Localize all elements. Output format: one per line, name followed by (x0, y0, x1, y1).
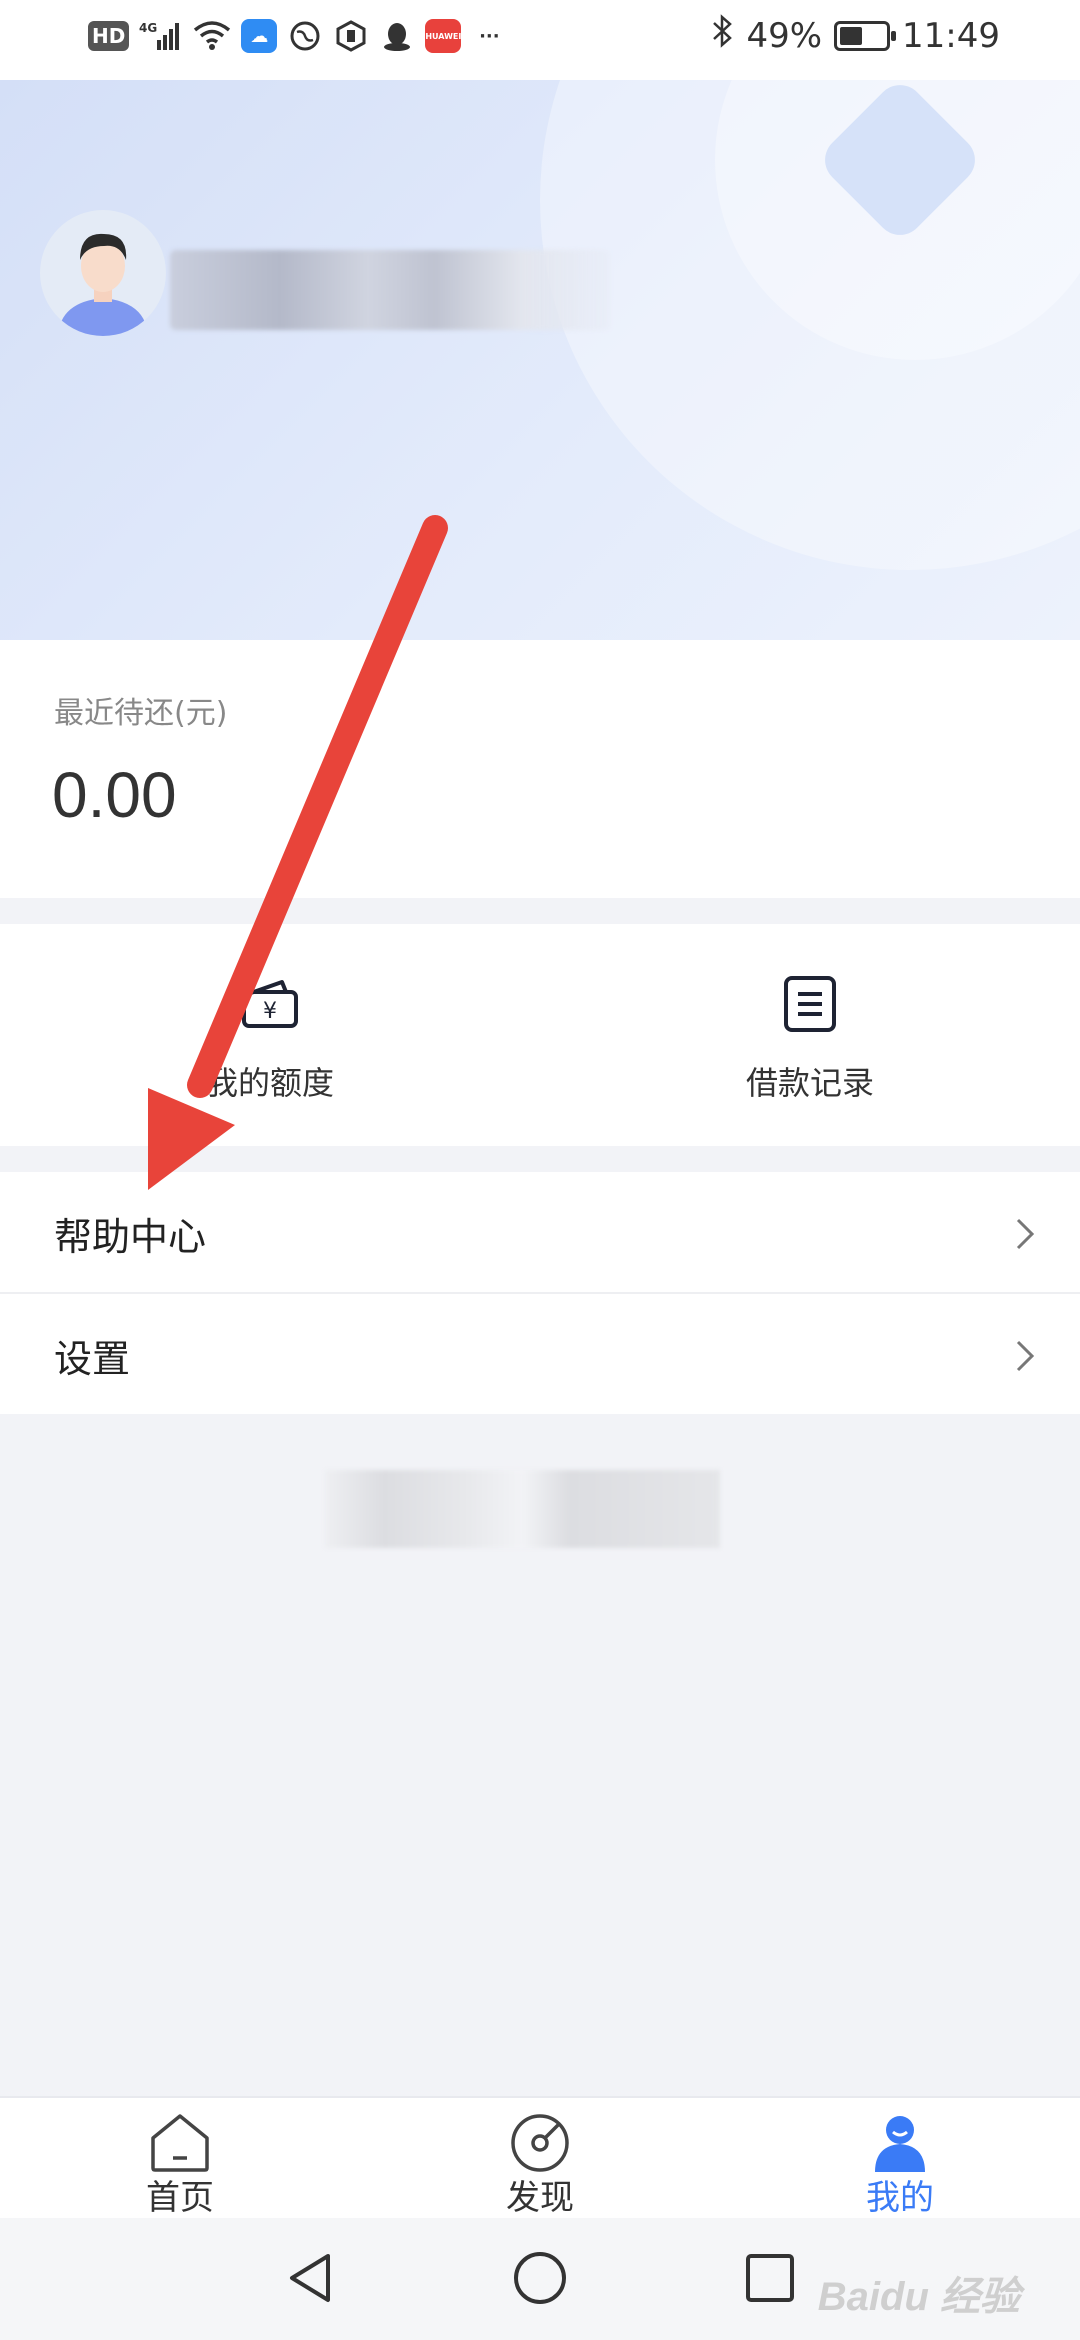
avatar[interactable] (40, 210, 166, 336)
home-icon (151, 2114, 209, 2172)
tab-label: 首页 (146, 2178, 214, 2218)
menu-item-settings[interactable]: 设置 (0, 1294, 1080, 1414)
shield-hand-icon (333, 18, 369, 54)
tab-label: 发现 (506, 2178, 574, 2218)
battery-percent: 49% (746, 15, 823, 56)
discover-icon (511, 2114, 569, 2172)
avatar-person-icon (40, 210, 166, 336)
menu-item-label: 设置 (54, 1337, 131, 1381)
battery-icon (834, 20, 897, 51)
svg-text:4G: 4G (139, 21, 157, 35)
shortcut-credit-limit[interactable]: ¥ 我的额度 (0, 924, 540, 1146)
tab-label: 我的 (866, 2178, 934, 2218)
watermark: Baidu 经验 (817, 2275, 1020, 2319)
repay-card: 最近待还(元) 0.00 (0, 640, 1080, 898)
huawei-app-icon: HUAWEI (425, 19, 461, 53)
user-icon (875, 2116, 925, 2172)
repay-amount: 0.00 (52, 759, 177, 831)
settings-menu: 帮助中心 设置 (0, 1172, 1080, 1414)
redacted-footer-text (325, 1470, 720, 1548)
wifi-icon (193, 18, 231, 54)
bluetooth-icon (710, 14, 734, 57)
bottom-tab-bar: 首页 发现 我的 (0, 2096, 1080, 2218)
status-bar: HD 4G ☁ HUAWEI ··· 49% 11:49 (0, 0, 1080, 80)
svg-text:¥: ¥ (263, 999, 277, 1024)
tab-discover[interactable]: 发现 (360, 2098, 720, 2220)
chevron-right-icon (1016, 1340, 1035, 1372)
globe-icon (287, 18, 323, 54)
signal-4g-icon: 4G (139, 18, 183, 54)
tab-mine[interactable]: 我的 (720, 2098, 1080, 2220)
qq-icon (379, 18, 415, 54)
battery-level (840, 26, 862, 45)
status-icons-left: HD 4G ☁ HUAWEI ··· (88, 18, 507, 54)
more-notifications-icon: ··· (479, 25, 500, 47)
shortcut-label: 借款记录 (745, 1064, 874, 1102)
recent-apps-icon[interactable] (740, 2248, 800, 2308)
shortcut-label: 我的额度 (205, 1064, 334, 1102)
cloud-app-icon: ☁ (241, 19, 278, 53)
tab-home[interactable]: 首页 (0, 2098, 360, 2220)
wallet-yen-icon: ¥ (242, 980, 298, 1028)
hd-icon: HD (88, 21, 130, 51)
home-circle-icon[interactable] (510, 2248, 570, 2308)
record-list-icon (784, 976, 836, 1032)
system-navigation-bar: Baidu 经验 (0, 2218, 1080, 2340)
menu-item-help-center[interactable]: 帮助中心 (0, 1172, 1080, 1294)
profile-header (0, 80, 1080, 640)
username-redacted (170, 250, 610, 330)
clock: 11:49 (902, 15, 1000, 56)
status-icons-right: 49% 11:49 (710, 14, 1000, 57)
shortcut-loan-records[interactable]: 借款记录 (540, 924, 1080, 1146)
menu-item-label: 帮助中心 (54, 1215, 207, 1259)
chevron-right-icon (1016, 1218, 1035, 1250)
back-icon[interactable] (280, 2248, 340, 2308)
shortcuts-panel: ¥ 我的额度 借款记录 (0, 924, 1080, 1146)
repay-label: 最近待还(元) (54, 696, 228, 731)
